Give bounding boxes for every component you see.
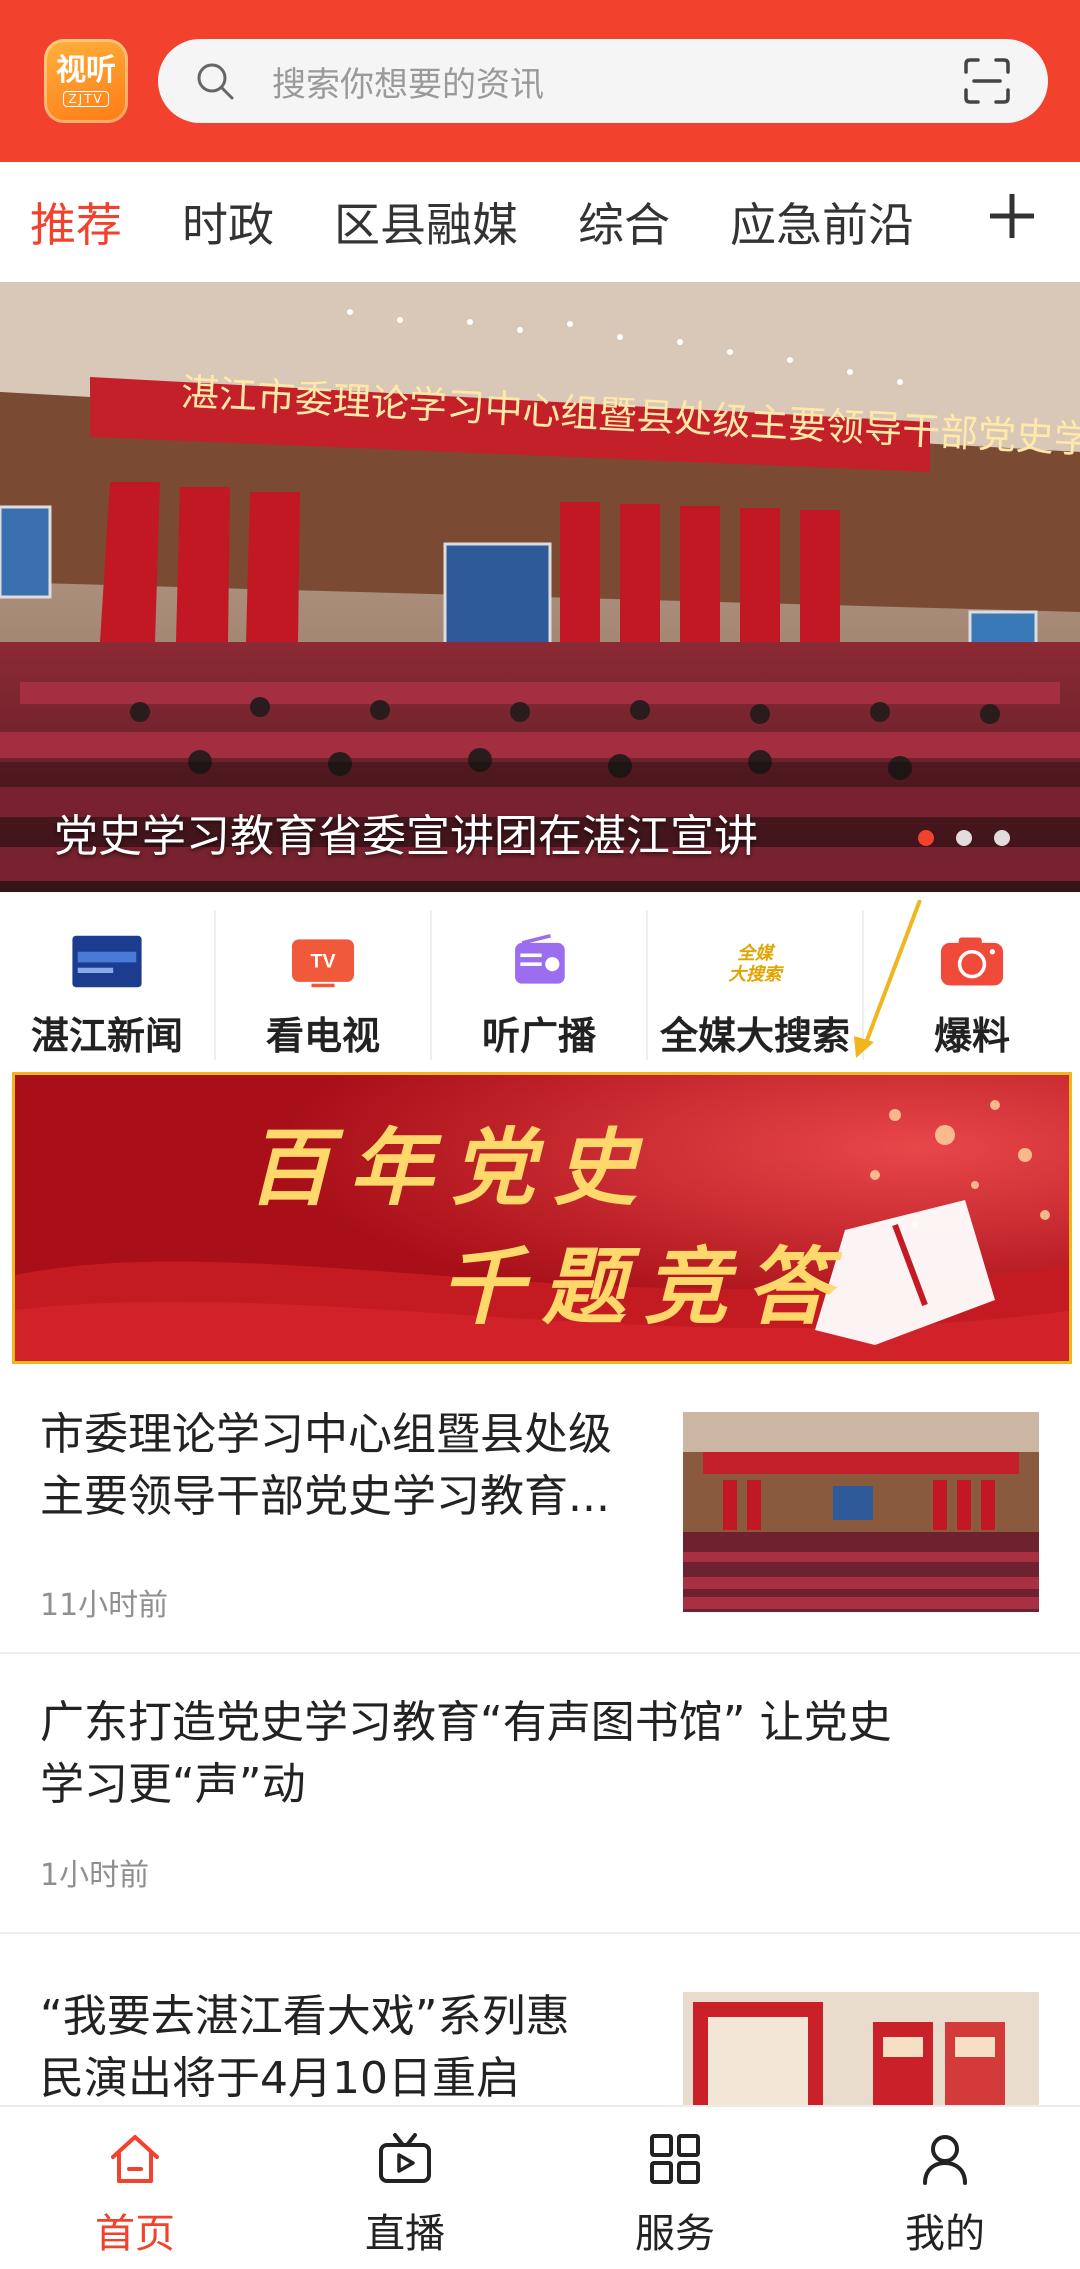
carousel-indicator bbox=[918, 830, 1010, 846]
home-icon bbox=[111, 2135, 159, 2183]
tab-general[interactable]: 综合 bbox=[578, 189, 670, 255]
quick-link-label: 湛江新闻 bbox=[30, 1014, 183, 1058]
svg-text:大搜索: 大搜索 bbox=[728, 964, 784, 985]
tv-icon: TV bbox=[291, 939, 355, 988]
app-logo[interactable]: 视听 ZJTV bbox=[44, 39, 128, 123]
news-title-line: 学习更“声”动 bbox=[40, 1759, 306, 1810]
tab-politics[interactable]: 时政 bbox=[182, 189, 274, 255]
quick-link-watch-tv[interactable]: TV 看电视 bbox=[216, 910, 432, 1060]
logo-subtext: ZJTV bbox=[63, 91, 109, 107]
add-tab-icon[interactable] bbox=[982, 186, 1042, 246]
banner-line-2: 千题竞答 bbox=[440, 1237, 849, 1336]
scan-icon[interactable] bbox=[962, 56, 1012, 106]
category-tabs: 推荐 时政 区县融媒 综合 应急前沿 bbox=[0, 162, 1080, 282]
news-item[interactable]: “我要去湛江看大戏”系列惠 民演出将于4月10日重启 bbox=[0, 1934, 1080, 2105]
quick-link-label: 爆料 bbox=[933, 1014, 1010, 1058]
bottom-nav: 首页 直播 服务 我的 bbox=[0, 2105, 1080, 2269]
nav-live[interactable]: 直播 bbox=[270, 2107, 540, 2269]
tab-emergency[interactable]: 应急前沿 bbox=[730, 189, 914, 255]
live-icon bbox=[379, 2133, 431, 2183]
news-time: 1小时前 bbox=[40, 1858, 150, 1893]
nav-label: 首页 bbox=[95, 2211, 175, 2257]
nav-profile[interactable]: 我的 bbox=[810, 2107, 1080, 2269]
nav-services[interactable]: 服务 bbox=[540, 2107, 810, 2269]
news-thumbnail bbox=[683, 1992, 1039, 2105]
quick-link-label: 听广播 bbox=[481, 1014, 596, 1058]
quick-link-label: 全媒大搜索 bbox=[659, 1014, 850, 1058]
svg-text:TV: TV bbox=[311, 951, 336, 973]
search-placeholder: 搜索你想要的资讯 bbox=[272, 64, 544, 105]
nav-label: 服务 bbox=[635, 2211, 715, 2257]
search-icon bbox=[197, 63, 234, 100]
carousel-dot-2[interactable] bbox=[956, 830, 972, 846]
nav-label: 直播 bbox=[365, 2211, 445, 2257]
tab-county-media[interactable]: 区县融媒 bbox=[334, 189, 518, 255]
news-title-line: 民演出将于4月10日重启 bbox=[40, 2053, 520, 2104]
search-logo-icon: 全媒 大搜索 bbox=[728, 943, 784, 985]
news-tv-icon bbox=[72, 935, 142, 988]
news-title: 广东打造党史学习教育“有声图书馆” 让党史 学习更“声”动 bbox=[40, 1692, 892, 1816]
top-header: 视听 ZJTV 搜索你想要的资讯 bbox=[0, 0, 1080, 162]
quick-link-label: 看电视 bbox=[265, 1014, 380, 1058]
logo-text: 视听 bbox=[56, 53, 116, 88]
radio-icon bbox=[515, 934, 565, 984]
news-title-line: 主要领导干部党史学习教育... bbox=[40, 1471, 610, 1522]
news-title-line: 广东打造党史学习教育“有声图书馆” 让党史 bbox=[40, 1697, 892, 1748]
banner-line-1: 百年党史 bbox=[247, 1118, 656, 1217]
carousel-dot-1[interactable] bbox=[918, 830, 934, 846]
search-bar[interactable]: 搜索你想要的资讯 bbox=[158, 39, 1048, 123]
news-time: 11小时前 bbox=[40, 1588, 169, 1623]
promo-banner[interactable]: 百年党史 千题竞答 bbox=[12, 1072, 1072, 1364]
svg-text:全媒: 全媒 bbox=[737, 943, 776, 964]
grid-icon bbox=[650, 2134, 700, 2184]
hero-carousel[interactable]: 湛江市委理论学习中心组暨县处级主要领导干部党史学习教育专题研讨班 党史学习教育省… bbox=[0, 282, 1080, 892]
news-title: “我要去湛江看大戏”系列惠 民演出将于4月10日重启 bbox=[40, 1986, 570, 2110]
nav-label: 我的 bbox=[905, 2211, 985, 2257]
annotation-arrow bbox=[854, 900, 922, 1058]
tab-recommend[interactable]: 推荐 bbox=[30, 189, 122, 255]
hero-caption[interactable]: 党史学习教育省委宣讲团在湛江宣讲 bbox=[54, 800, 758, 864]
news-title-line: “我要去湛江看大戏”系列惠 bbox=[40, 1991, 570, 2042]
news-title: 市委理论学习中心组暨县处级 主要领导干部党史学习教育... bbox=[40, 1404, 612, 1528]
user-icon bbox=[923, 2135, 967, 2185]
news-title-line: 市委理论学习中心组暨县处级 bbox=[40, 1409, 612, 1460]
news-item[interactable]: 广东打造党史学习教育“有声图书馆” 让党史 学习更“声”动 1小时前 bbox=[0, 1654, 1080, 1934]
nav-home[interactable]: 首页 bbox=[0, 2107, 270, 2269]
camera-icon bbox=[940, 937, 1004, 986]
quick-link-radio[interactable]: 听广播 bbox=[432, 910, 648, 1060]
carousel-dot-3[interactable] bbox=[994, 830, 1010, 846]
quick-link-media-search[interactable]: 全媒 大搜索 全媒大搜索 bbox=[648, 910, 864, 1060]
quick-link-zhanjiang-news[interactable]: 湛江新闻 bbox=[0, 910, 216, 1060]
news-item[interactable]: 市委理论学习中心组暨县处级 主要领导干部党史学习教育... 11小时前 bbox=[0, 1368, 1080, 1654]
news-thumbnail bbox=[683, 1412, 1039, 1612]
